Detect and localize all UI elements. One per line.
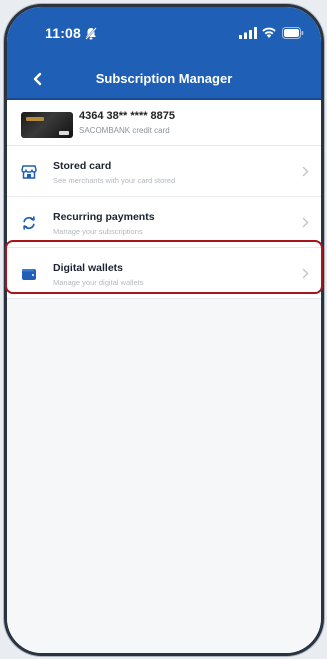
menu-item-subtitle: Manage your subscriptions (53, 227, 143, 236)
signal-icon (239, 27, 257, 39)
highlight-outline (5, 240, 323, 294)
page-title: Subscription Manager (95, 71, 233, 86)
menu-item-label: Stored card (53, 160, 112, 172)
status-bar: 11:08 (7, 23, 321, 45)
card-bank-name: SACOMBANK credit card (79, 126, 170, 135)
menu-item-subtitle: See merchants with your card stored (53, 176, 176, 185)
chevron-right-icon (302, 166, 309, 177)
battery-icon (282, 27, 304, 39)
phone-frame: 11:08 Subscription Manager 4364 38** ***… (4, 4, 324, 656)
card-summary: 4364 38** **** 8875 SACOMBANK credit car… (7, 102, 321, 146)
status-time: 11:08 (45, 25, 82, 41)
menu-item-label: Recurring payments (53, 211, 155, 223)
wifi-icon (262, 27, 276, 38)
card-number: 4364 38** **** 8875 (79, 110, 176, 122)
content-background (7, 298, 321, 653)
card-image (21, 112, 73, 138)
chevron-right-icon (302, 217, 309, 228)
refresh-icon (23, 216, 35, 230)
nav-bar: Subscription Manager (7, 65, 321, 93)
menu-item-stored-card[interactable]: Stored card See merchants with your card… (7, 147, 321, 197)
app-header: 11:08 Subscription Manager (7, 7, 321, 100)
store-icon (21, 165, 37, 179)
bell-mute-icon (85, 27, 97, 40)
